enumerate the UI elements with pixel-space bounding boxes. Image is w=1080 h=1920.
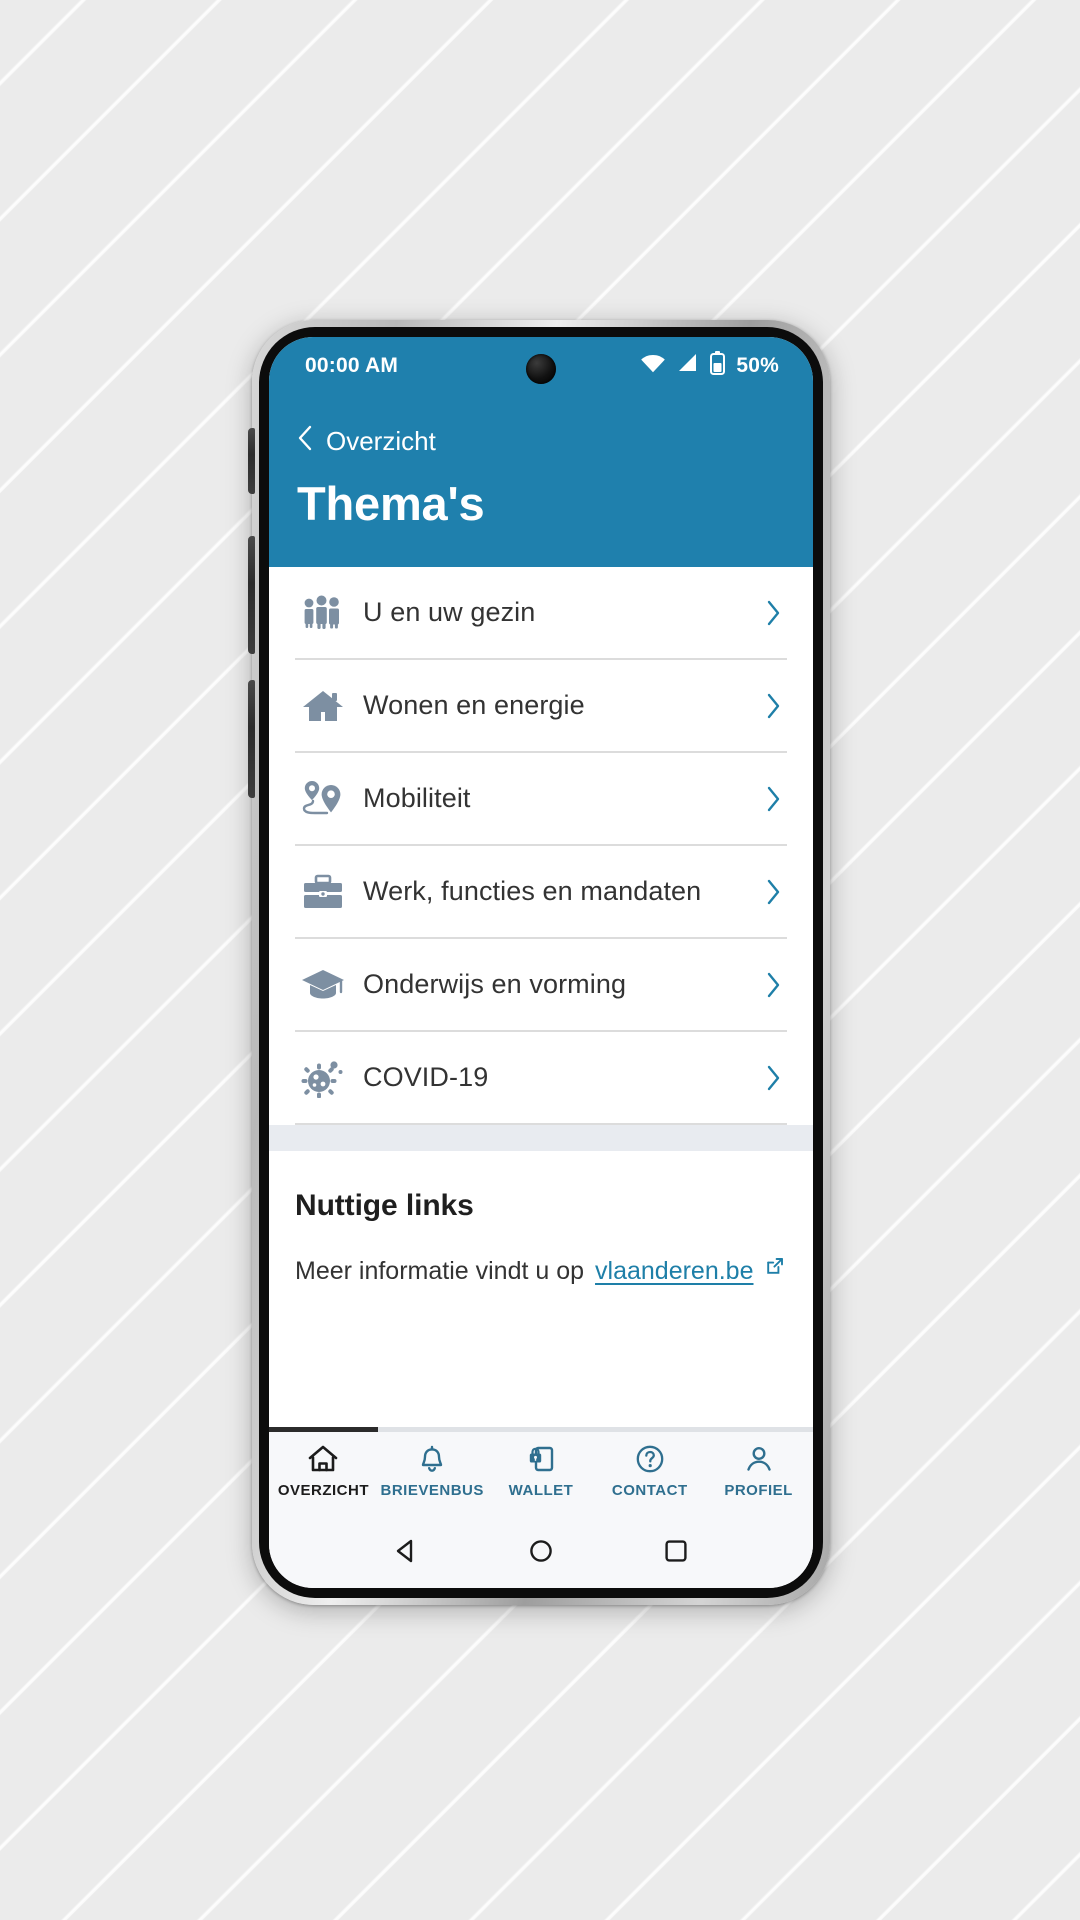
chevron-left-icon [297,425,313,458]
inactive-tab-indicator-segment [377,1427,813,1432]
vlaanderen-be-link[interactable]: vlaanderen.be [595,1257,753,1286]
bottom-tab-bar: OVERZICHT BRIEVENBUS WALLET CONTACT PROF… [269,1427,813,1514]
android-recents-icon[interactable] [662,1537,690,1565]
tab-profiel[interactable]: PROFIEL [704,1442,813,1499]
tab-label: WALLET [508,1482,574,1499]
phone-volume-down-button[interactable] [248,680,255,798]
section-divider [269,1125,813,1151]
tab-label: CONTACT [611,1482,688,1499]
back-to-overview-button[interactable]: Overzicht [295,419,787,458]
app-header: Overzicht Thema's [269,395,813,567]
phone-device: 00:00 AM 50% Overzicht Thema's U en uw g… [248,320,830,1605]
list-item-label: U en uw gezin [363,597,536,627]
list-item-wonen-en-energie[interactable]: Wonen en energie [295,660,787,753]
list-item-onderwijs-en-vorming[interactable]: Onderwijs en vorming [295,939,787,1032]
graduation-cap-icon [295,961,351,1009]
external-link-icon [765,1254,785,1283]
tab-wallet[interactable]: WALLET [487,1442,596,1499]
battery-icon [710,351,726,381]
chevron-right-icon[interactable] [765,878,787,906]
tab-contact[interactable]: CONTACT [595,1442,704,1499]
useful-links-text: Meer informatie vindt u op vlaanderen.be [295,1257,787,1286]
map-pin-route-icon [295,775,351,823]
android-home-icon[interactable] [527,1537,555,1565]
status-bar-clock: 00:00 AM [305,354,399,377]
list-item-label: Werk, functies en mandaten [363,876,702,906]
phone-side-button-top[interactable] [248,428,255,494]
page-content: U en uw gezin Wonen en energie Mobilitei… [269,567,813,1427]
chevron-right-icon[interactable] [765,785,787,813]
house-icon [295,682,351,730]
person-icon [744,1442,774,1476]
status-bar-indicators: 50% [640,351,779,381]
tab-label: OVERZICHT [277,1482,369,1499]
list-item-label: Mobiliteit [363,783,471,813]
themes-list: U en uw gezin Wonen en energie Mobilitei… [269,567,813,1125]
tab-label: BRIEVENBUS [380,1482,484,1499]
tab-label: PROFIEL [724,1482,793,1499]
tab-brievenbus[interactable]: BRIEVENBUS [378,1442,487,1499]
list-item-covid-19[interactable]: COVID-19 [295,1032,787,1125]
android-back-icon[interactable] [392,1537,420,1565]
wifi-icon [640,353,666,379]
chevron-right-icon[interactable] [765,692,787,720]
useful-links-title: Nuttige links [295,1189,474,1222]
page-title: Thema's [297,477,485,530]
list-item-mobiliteit[interactable]: Mobiliteit [295,753,787,846]
android-navigation-bar [269,1514,813,1588]
virus-icon [295,1054,351,1102]
list-item-label: Onderwijs en vorming [363,969,627,999]
bell-icon [417,1442,447,1476]
briefcase-icon [295,868,351,916]
question-circle-icon [635,1442,665,1476]
list-item-u-en-uw-gezin[interactable]: U en uw gezin [295,567,787,660]
cellular-signal-icon [677,353,699,379]
list-item-werk-functies-en-mandaten[interactable]: Werk, functies en mandaten [295,846,787,939]
status-bar: 00:00 AM 50% [269,337,813,395]
active-tab-indicator-segment [269,1427,378,1432]
family-icon [295,589,351,637]
list-item-label: Wonen en energie [363,690,585,720]
chevron-right-icon[interactable] [765,1064,787,1092]
locked-card-icon [527,1442,555,1476]
back-label: Overzicht [326,426,436,456]
active-tab-indicator [269,1427,813,1432]
phone-volume-up-button[interactable] [248,536,255,654]
front-camera-punch-hole [526,354,556,384]
chevron-right-icon[interactable] [765,971,787,999]
home-icon [307,1442,339,1476]
useful-links-section: Nuttige links Meer informatie vindt u op… [269,1151,813,1427]
battery-percent-label: 50% [736,354,779,377]
useful-links-text-prefix: Meer informatie vindt u op [295,1257,585,1285]
tab-overzicht[interactable]: OVERZICHT [269,1442,378,1499]
chevron-right-icon[interactable] [765,599,787,627]
phone-screen: 00:00 AM 50% Overzicht Thema's U en uw g… [269,337,813,1588]
list-item-label: COVID-19 [363,1062,489,1092]
